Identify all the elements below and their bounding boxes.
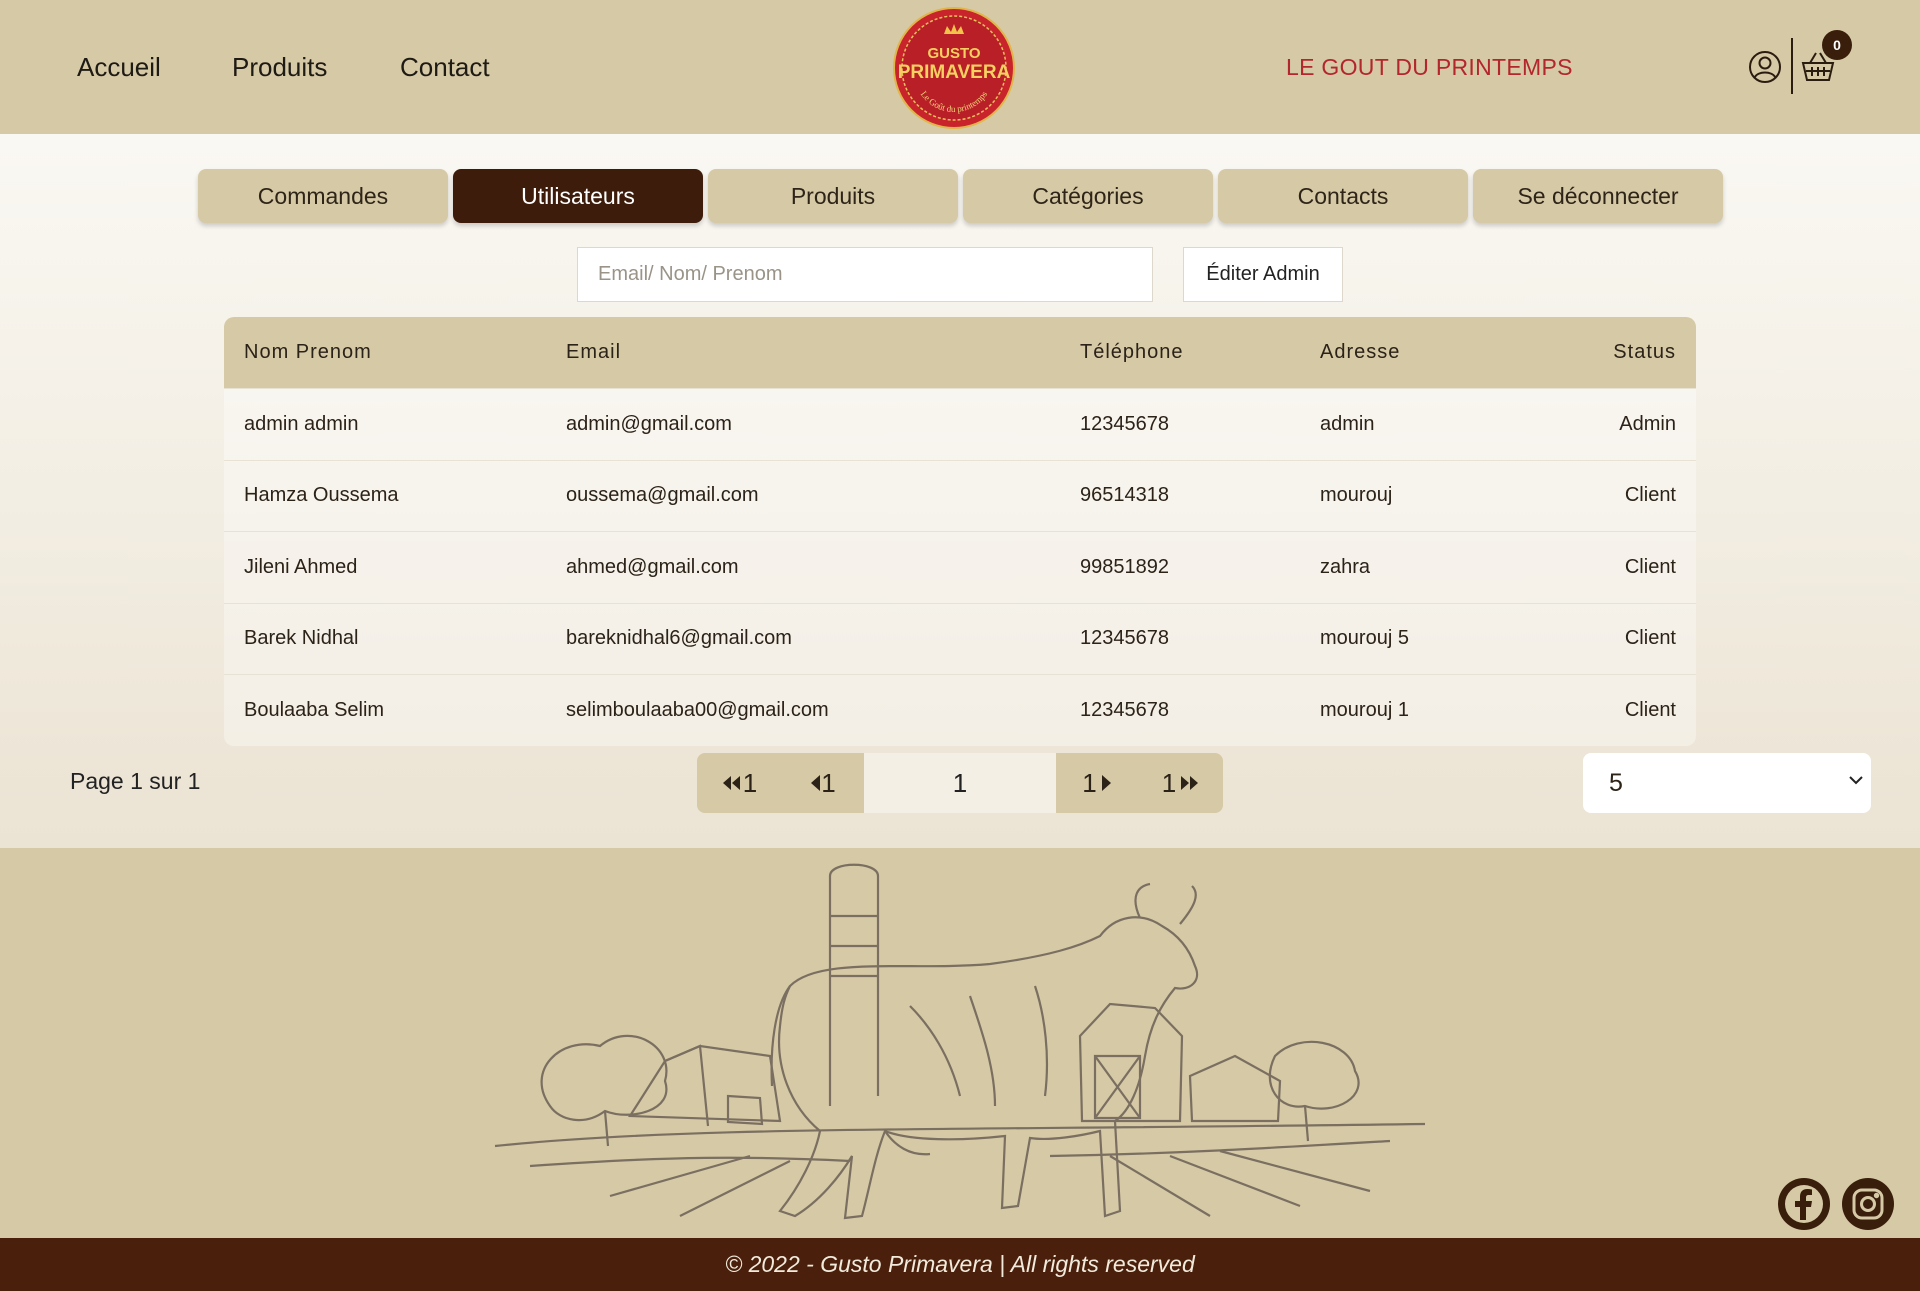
header-nom-prenom[interactable]: Nom Prenom [244,317,372,388]
tab-commandes[interactable]: Commandes [198,169,448,223]
cell-status: Client [1624,555,1676,578]
table-row[interactable]: admin admin admin@gmail.com 12345678 adm… [224,388,1696,460]
pagination: 1 1 1 1 1 [697,753,1223,813]
cell-name: admin admin [244,412,359,435]
first-page-label: 1 [742,767,758,798]
brand-logo[interactable]: GUSTO PRIMAVERA Le Goût du printemps [892,6,1016,130]
prev-page-label: 1 [821,767,836,798]
next-page-button[interactable]: 1 [1056,753,1139,813]
cell-email: selimboulaaba00@gmail.com [566,698,829,721]
last-page-label: 1 [1161,767,1177,798]
cell-address: admin [1320,412,1375,435]
header-email[interactable]: Email [566,317,621,388]
header-status[interactable]: Status [1613,317,1676,388]
current-page[interactable]: 1 [864,753,1056,813]
copyright-text: © 2022 - Gusto Primavera | All rights re… [725,1251,1195,1277]
facebook-button[interactable] [1778,1178,1830,1230]
page-info: Page 1 sur 1 [70,768,201,794]
cell-status: Client [1624,484,1676,507]
table-row[interactable]: Jileni Ahmed ahmed@gmail.com 99851892 za… [224,531,1696,603]
user-account-icon[interactable] [1748,50,1782,84]
table-row[interactable]: Hamza Oussema oussema@gmail.com 96514318… [224,459,1696,531]
cell-phone: 99851892 [1080,555,1169,578]
cart-count-badge: 0 [1822,30,1852,60]
cell-phone: 12345678 [1080,698,1169,721]
chevron-down-icon [1849,776,1863,785]
cell-phone: 12345678 [1080,627,1169,650]
cell-address: mourouj 1 [1320,698,1409,721]
logo-line2: PRIMAVERA [898,62,1011,83]
cell-status: Client [1624,698,1676,721]
logo-line1: GUSTO [927,45,980,62]
edit-admin-button[interactable]: Éditer Admin [1183,247,1343,302]
farm-illustration [494,863,1426,1220]
next-page-label: 1 [1082,767,1097,798]
tab-utilisateurs[interactable]: Utilisateurs [453,169,703,223]
nav-accueil[interactable]: Accueil [77,52,161,83]
cell-email: oussema@gmail.com [566,484,759,507]
instagram-icon [1852,1188,1884,1220]
cell-address: zahra [1320,555,1371,578]
cell-name: Hamza Oussema [244,484,399,507]
tab-contacts[interactable]: Contacts [1218,169,1468,223]
footer [0,848,1920,1238]
double-chevron-left-icon [722,776,740,790]
cell-phone: 12345678 [1080,412,1169,435]
table-row[interactable]: Boulaaba Selim selimboulaaba00@gmail.com… [224,674,1696,746]
chevron-left-icon [811,775,821,791]
chevron-right-icon [1101,775,1111,791]
copyright-bar: © 2022 - Gusto Primavera | All rights re… [0,1238,1920,1291]
double-chevron-right-icon [1181,776,1199,790]
header-divider [1791,38,1793,94]
cell-name: Barek Nidhal [244,627,359,650]
tab-logout[interactable]: Se déconnecter [1473,169,1723,223]
page-size-select[interactable]: 5 [1583,753,1871,813]
page-size-value: 5 [1609,768,1623,797]
cell-name: Jileni Ahmed [244,555,358,578]
cell-email: admin@gmail.com [566,412,732,435]
nav-produits[interactable]: Produits [232,52,327,83]
header-adresse[interactable]: Adresse [1320,317,1400,388]
cell-address: mourouj 5 [1320,627,1409,650]
nav-contact[interactable]: Contact [400,52,490,83]
prev-page-button[interactable]: 1 [781,753,864,813]
tab-categories[interactable]: Catégories [963,169,1213,223]
slogan: LE GOUT DU PRINTEMPS [1286,54,1573,80]
table-row[interactable]: Barek Nidhal bareknidhal6@gmail.com 1234… [224,602,1696,674]
header-telephone[interactable]: Téléphone [1080,317,1184,388]
cell-email: ahmed@gmail.com [566,555,739,578]
cell-status: Admin [1619,412,1676,435]
cell-email: bareknidhal6@gmail.com [566,627,792,650]
last-page-button[interactable]: 1 [1139,753,1223,813]
cell-address: mourouj [1320,484,1393,507]
site-header: Accueil Produits Contact GUSTO PRIMAVERA… [0,0,1920,134]
cell-status: Client [1624,627,1676,650]
search-input[interactable] [577,247,1153,302]
facebook-icon [1785,1185,1823,1223]
first-page-button[interactable]: 1 [697,753,781,813]
cell-phone: 96514318 [1080,484,1169,507]
tab-produits[interactable]: Produits [708,169,958,223]
admin-panel: Commandes Utilisateurs Produits Catégori… [0,134,1920,848]
table-header: Nom Prenom Email Téléphone Adresse Statu… [224,317,1696,388]
instagram-button[interactable] [1842,1178,1894,1230]
cell-name: Boulaaba Selim [244,698,385,721]
users-table: Nom Prenom Email Téléphone Adresse Statu… [224,317,1696,746]
